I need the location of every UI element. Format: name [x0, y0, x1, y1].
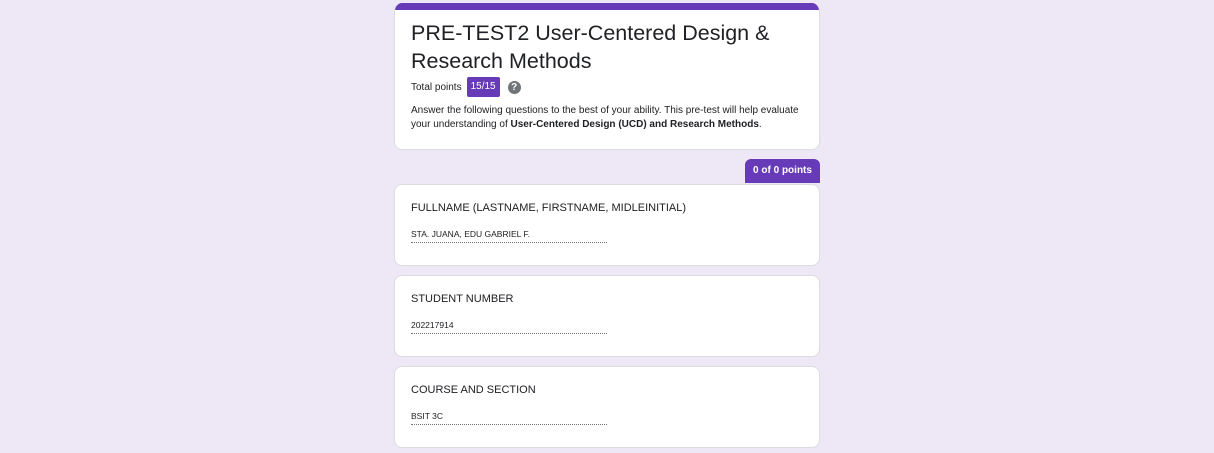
- help-circle-icon[interactable]: ?: [507, 80, 521, 94]
- description-bold: User-Centered Design (UCD) and Research …: [510, 119, 759, 130]
- total-points-row: Total points 15/15 ?: [411, 77, 521, 97]
- header-accent-bar: [395, 3, 819, 10]
- total-points-badge: 15/15: [466, 77, 500, 97]
- answer-field: STA. JUANA, EDU GABRIEL F.: [411, 228, 607, 243]
- total-points-label: Total points: [411, 81, 462, 93]
- question-title: FULLNAME (LASTNAME, FIRSTNAME, MIDLEINIT…: [411, 202, 687, 214]
- form-title: PRE-TEST2 User-Centered Design & Researc…: [411, 21, 770, 73]
- form-description: Answer the following questions to the be…: [411, 104, 806, 132]
- form-header-card: PRE-TEST2 User-Centered Design & Researc…: [394, 3, 820, 150]
- question-title: STUDENT NUMBER: [411, 293, 514, 305]
- question-title: COURSE AND SECTION: [411, 384, 536, 396]
- question-card-fullname: FULLNAME (LASTNAME, FIRSTNAME, MIDLEINIT…: [394, 184, 820, 266]
- section-points-badge: 0 of 0 points: [745, 159, 820, 183]
- description-end: .: [758, 119, 762, 130]
- answer-field: 202217914: [411, 319, 607, 334]
- question-card-course-section: COURSE AND SECTION BSIT 3C: [394, 366, 820, 448]
- question-card-student-number: STUDENT NUMBER 202217914: [394, 275, 820, 357]
- answer-field: BSIT 3C: [411, 410, 607, 425]
